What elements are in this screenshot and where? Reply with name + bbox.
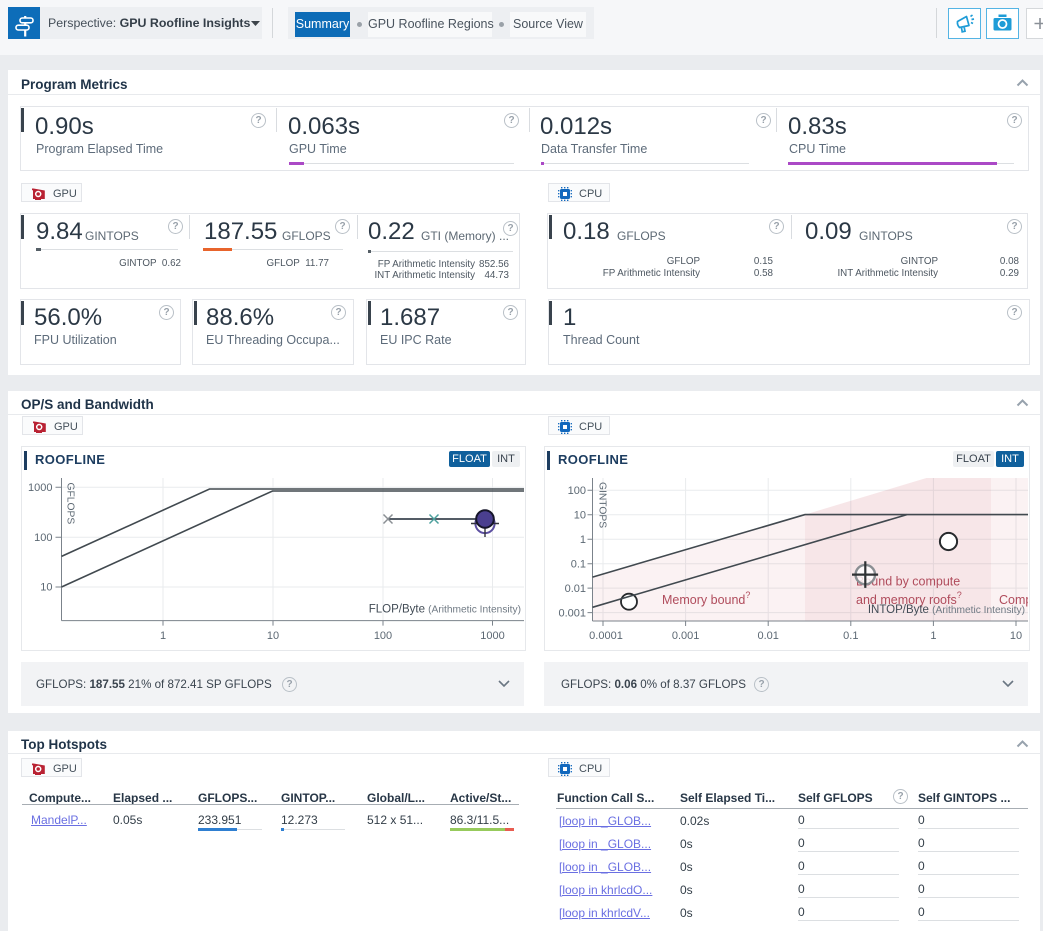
svg-text:0.01: 0.01 [565, 583, 586, 595]
svg-text:0.001: 0.001 [558, 607, 586, 619]
svg-text:100: 100 [568, 485, 586, 497]
svg-text:GFLOPS: GFLOPS [65, 483, 76, 525]
svg-text:0.001: 0.001 [672, 630, 700, 642]
svg-text:100: 100 [34, 532, 52, 544]
svg-text:10: 10 [267, 630, 279, 642]
svg-text:1000: 1000 [480, 630, 504, 642]
svg-text:1: 1 [930, 630, 936, 642]
svg-text:100: 100 [374, 630, 392, 642]
svg-text:FLOP/Byte (Arithmetic Intensit: FLOP/Byte (Arithmetic Intensity) [369, 604, 521, 616]
svg-text:0.1: 0.1 [571, 559, 586, 571]
svg-text:GINTOPS: GINTOPS [596, 482, 607, 528]
svg-text:1: 1 [160, 630, 166, 642]
svg-text:0.0001: 0.0001 [589, 630, 623, 642]
svg-text:1000: 1000 [28, 482, 52, 494]
svg-text:1: 1 [580, 534, 586, 546]
svg-text:10: 10 [40, 582, 52, 594]
svg-text:INTOP/Byte (Arithmetic Intensi: INTOP/Byte (Arithmetic Intensity) [868, 604, 1025, 616]
svg-text:0.1: 0.1 [843, 630, 858, 642]
svg-text:Memory bound?: Memory bound? [662, 590, 750, 607]
svg-text:0.01: 0.01 [757, 630, 778, 642]
svg-text:10: 10 [1010, 630, 1022, 642]
svg-text:10: 10 [574, 510, 586, 522]
